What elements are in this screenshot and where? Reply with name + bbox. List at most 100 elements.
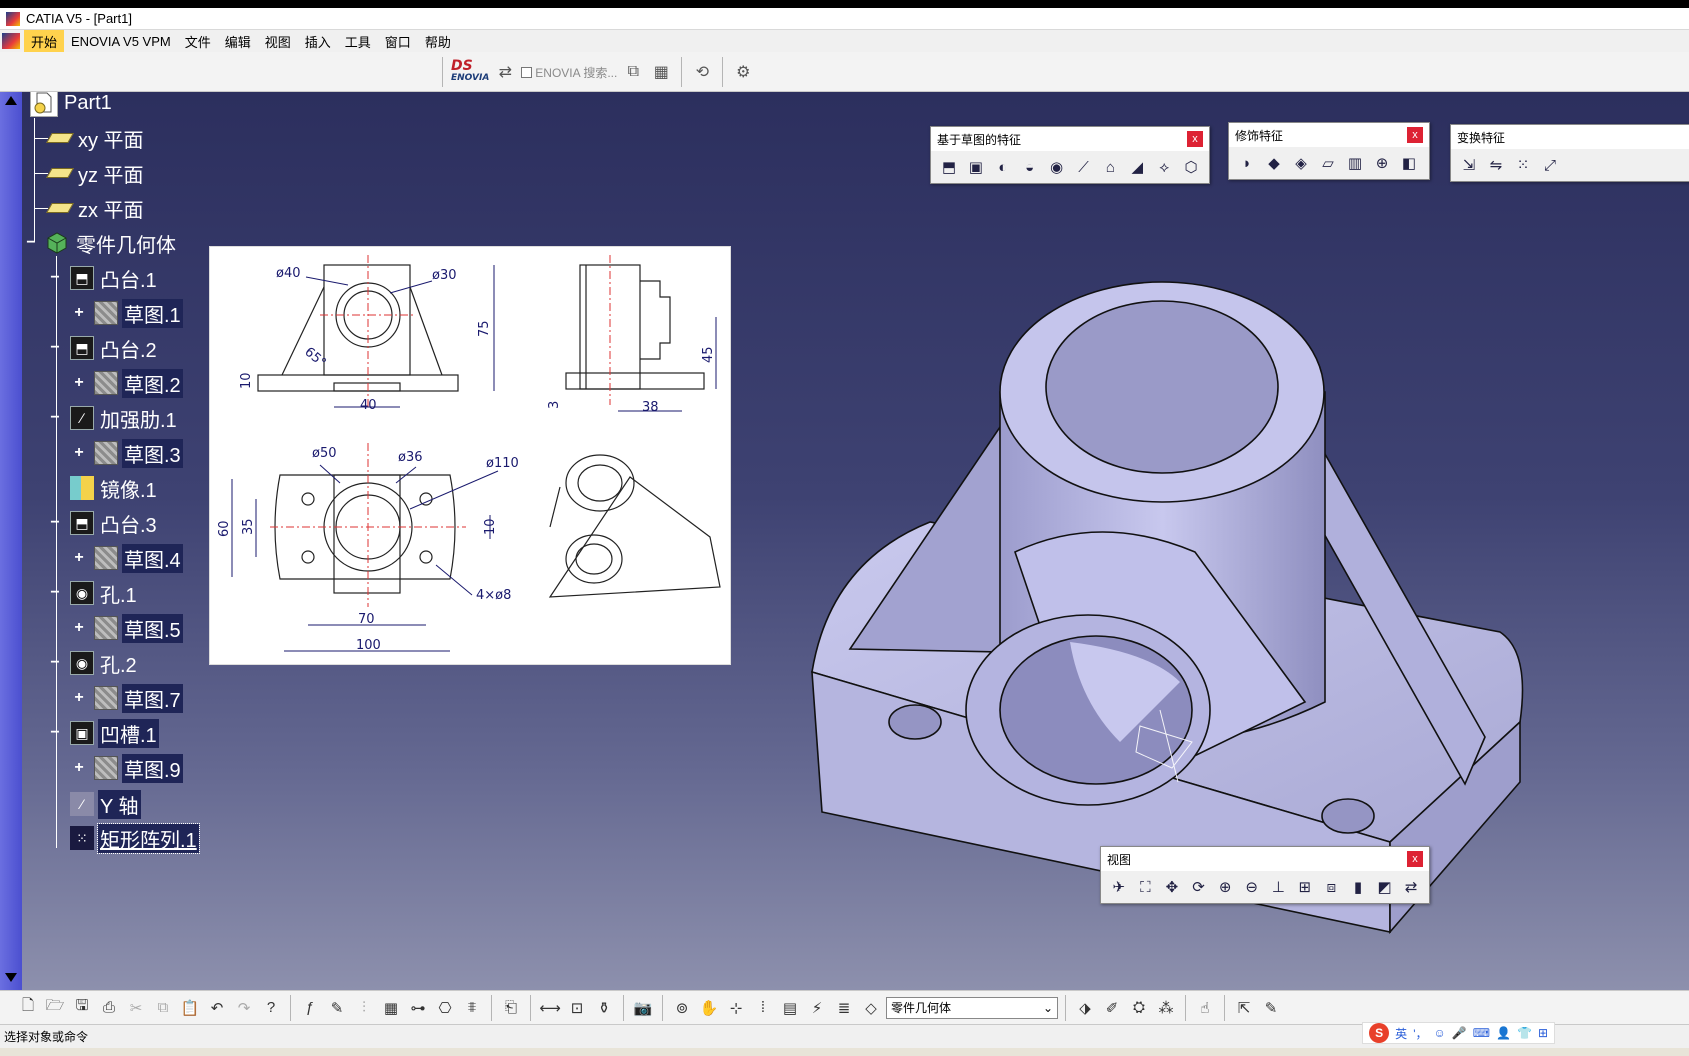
toolbar-header[interactable]: 变换特征 [1451, 125, 1689, 149]
enovia-save-icon[interactable]: ⧉ [621, 60, 645, 84]
expand-sketch9-toggle[interactable]: + [72, 760, 86, 776]
hand-pointer-icon[interactable]: ☝ [1193, 996, 1217, 1020]
microphone-icon[interactable]: 🎤 [1452, 1026, 1467, 1040]
properties-icon[interactable]: ≣ [832, 996, 856, 1020]
insert-body-icon[interactable]: ⬗ [1073, 996, 1097, 1020]
tree-node-sketch-4[interactable]: 草图.4 [94, 543, 183, 573]
toolbar-header[interactable]: 修饰特征 x [1229, 123, 1429, 147]
tree-node-sketch-7[interactable]: 草图.7 [94, 683, 183, 713]
current-body-select[interactable]: 零件几何体 ⌄ [886, 996, 1058, 1019]
menu-tools[interactable]: 工具 [338, 30, 378, 53]
expand-sketch2-toggle[interactable]: + [72, 375, 86, 391]
document-icon[interactable] [2, 33, 20, 49]
tree-node-zx-plane[interactable]: zx 平面 [46, 194, 146, 222]
tree-node-body[interactable]: 零件几何体 [44, 229, 178, 257]
copy-icon[interactable]: ⧉ [151, 996, 175, 1020]
user-icon[interactable]: 👤 [1496, 1026, 1511, 1040]
menu-start[interactable]: 开始 [24, 29, 65, 53]
tree-node-rib-1[interactable]: ∕ 加强肋.1 [70, 404, 179, 432]
tree-node-sketch-5[interactable]: 草图.5 [94, 613, 183, 643]
pan-icon[interactable]: ✥ [1160, 875, 1184, 899]
close-icon[interactable]: x [1187, 131, 1203, 147]
scroll-down-arrow[interactable] [5, 973, 17, 982]
collapse-hole2-toggle[interactable]: − [48, 655, 62, 671]
tree-node-mirror-1[interactable]: 镜像.1 [70, 474, 159, 502]
mirror-icon[interactable]: ⇋ [1484, 153, 1508, 177]
tree-node-yz-plane[interactable]: yz 平面 [46, 159, 146, 187]
collapse-pad3-toggle[interactable]: − [48, 515, 62, 531]
toolbar-header[interactable]: 基于草图的特征 x [931, 127, 1209, 151]
exit-workbench-icon[interactable]: ⇱ [1232, 996, 1256, 1020]
collapse-pad1-toggle[interactable]: − [48, 270, 62, 286]
whats-this-icon[interactable]: ? [259, 996, 283, 1020]
fillet-icon[interactable]: ◗ [1235, 151, 1259, 175]
rect-pattern-icon[interactable]: ⁙ [1511, 153, 1535, 177]
keyboard-icon[interactable]: ⌨ [1473, 1026, 1490, 1040]
close-icon[interactable]: x [1407, 851, 1423, 867]
expand-sketch7-toggle[interactable]: + [72, 690, 86, 706]
shaft-icon[interactable]: ◐ [991, 155, 1015, 179]
translate-icon[interactable]: ⇲ [1457, 153, 1481, 177]
tree-node-pad-2[interactable]: ⬒ 凸台.2 [70, 334, 159, 362]
sogou-icon[interactable]: S [1369, 1023, 1390, 1043]
tree-node-hole-1[interactable]: ◉ 孔.1 [70, 579, 139, 607]
enovia-sync-icon[interactable]: ⟲ [690, 60, 714, 84]
enovia-tools-icon[interactable]: ⚙ [731, 60, 755, 84]
collapse-pad2-toggle[interactable]: − [48, 340, 62, 356]
collapse-pocket1-toggle[interactable]: − [48, 725, 62, 741]
save-icon[interactable]: 🖫 [70, 996, 94, 1020]
3d-part-model[interactable] [800, 182, 1540, 952]
skin-icon[interactable]: 👕 [1517, 1026, 1532, 1040]
pattern-icon[interactable]: ⁂ [1154, 996, 1178, 1020]
capture-icon[interactable]: 📷 [631, 996, 655, 1020]
enovia-search[interactable]: ENOVIA 搜索... [521, 64, 617, 81]
menu-help[interactable]: 帮助 [418, 30, 458, 53]
menu-insert[interactable]: 插入 [298, 30, 338, 53]
tree-node-pad-1[interactable]: ⬒ 凸台.1 [70, 264, 159, 292]
paste-icon[interactable]: 📋 [178, 996, 202, 1020]
tree-icon[interactable]: ⊶ [406, 996, 430, 1020]
toolbar-header[interactable]: 视图 x [1101, 847, 1429, 871]
tree-scrollbar[interactable] [0, 92, 22, 990]
hole-icon[interactable]: ◉ [1045, 155, 1069, 179]
menu-view[interactable]: 视图 [258, 30, 298, 53]
tree-node-sketch-9[interactable]: 草图.9 [94, 753, 183, 783]
grid-menu-icon[interactable]: ⊞ [1538, 1026, 1548, 1040]
undo-icon[interactable]: ↶ [205, 996, 229, 1020]
thickness-icon[interactable]: ▥ [1343, 151, 1367, 175]
fit-all-icon[interactable]: ⛶ [1134, 875, 1158, 899]
measure-between-icon[interactable]: ⟷ [538, 996, 562, 1020]
collapse-body-toggle[interactable]: − [24, 235, 38, 251]
emoji-icon[interactable]: ☺ [1433, 1026, 1445, 1040]
expand-sketch4-toggle[interactable]: + [72, 550, 86, 566]
sketcher-icon[interactable]: ✎ [1259, 996, 1283, 1020]
update-icon[interactable]: ⚡ [805, 996, 829, 1020]
groove-icon[interactable]: ◒ [1018, 155, 1042, 179]
tree-node-pocket-1[interactable]: ▣ 凹槽.1 [70, 718, 159, 748]
snap-icon[interactable]: ⁞ [751, 996, 775, 1020]
fly-mode-icon[interactable]: ✈ [1107, 875, 1131, 899]
chamfer-icon[interactable]: ◆ [1262, 151, 1286, 175]
menu-edit[interactable]: 编辑 [218, 30, 258, 53]
normal-view-icon[interactable]: ⊥ [1266, 875, 1290, 899]
tree-node-sketch-1[interactable]: 草图.1 [94, 298, 183, 328]
expand-sketch1-toggle[interactable]: + [72, 305, 86, 321]
rib-icon[interactable]: ⟋ [1072, 155, 1096, 179]
slot-icon[interactable]: ⌂ [1098, 155, 1122, 179]
layer-icon[interactable]: ◇ [859, 996, 883, 1020]
loft-icon[interactable]: ⟡ [1152, 155, 1176, 179]
table-icon[interactable]: ▦ [379, 996, 403, 1020]
mass-properties-icon[interactable]: ⚱ [592, 996, 616, 1020]
pocket-icon[interactable]: ▣ [964, 155, 988, 179]
scale-icon[interactable]: ⤢ [1538, 153, 1562, 177]
axis-system-icon[interactable]: ⊹ [724, 996, 748, 1020]
remove-loft-icon[interactable]: ⬡ [1179, 155, 1203, 179]
lock-icon[interactable]: ⎔ [433, 996, 457, 1020]
knowledge-icon[interactable]: ✎ [325, 996, 349, 1020]
enovia-folder-icon[interactable]: ▦ [649, 60, 673, 84]
zoom-out-icon[interactable]: ⊖ [1240, 875, 1264, 899]
measure-item-icon[interactable]: ⊡ [565, 996, 589, 1020]
collapse-rib1-toggle[interactable]: − [48, 410, 62, 426]
3d-viewport[interactable]: Part1 xy 平面 yz 平面 zx 平面 − 零件几何体 − ⬒ 凸台.1… [0, 92, 1689, 990]
expand-sketch3-toggle[interactable]: + [72, 445, 86, 461]
